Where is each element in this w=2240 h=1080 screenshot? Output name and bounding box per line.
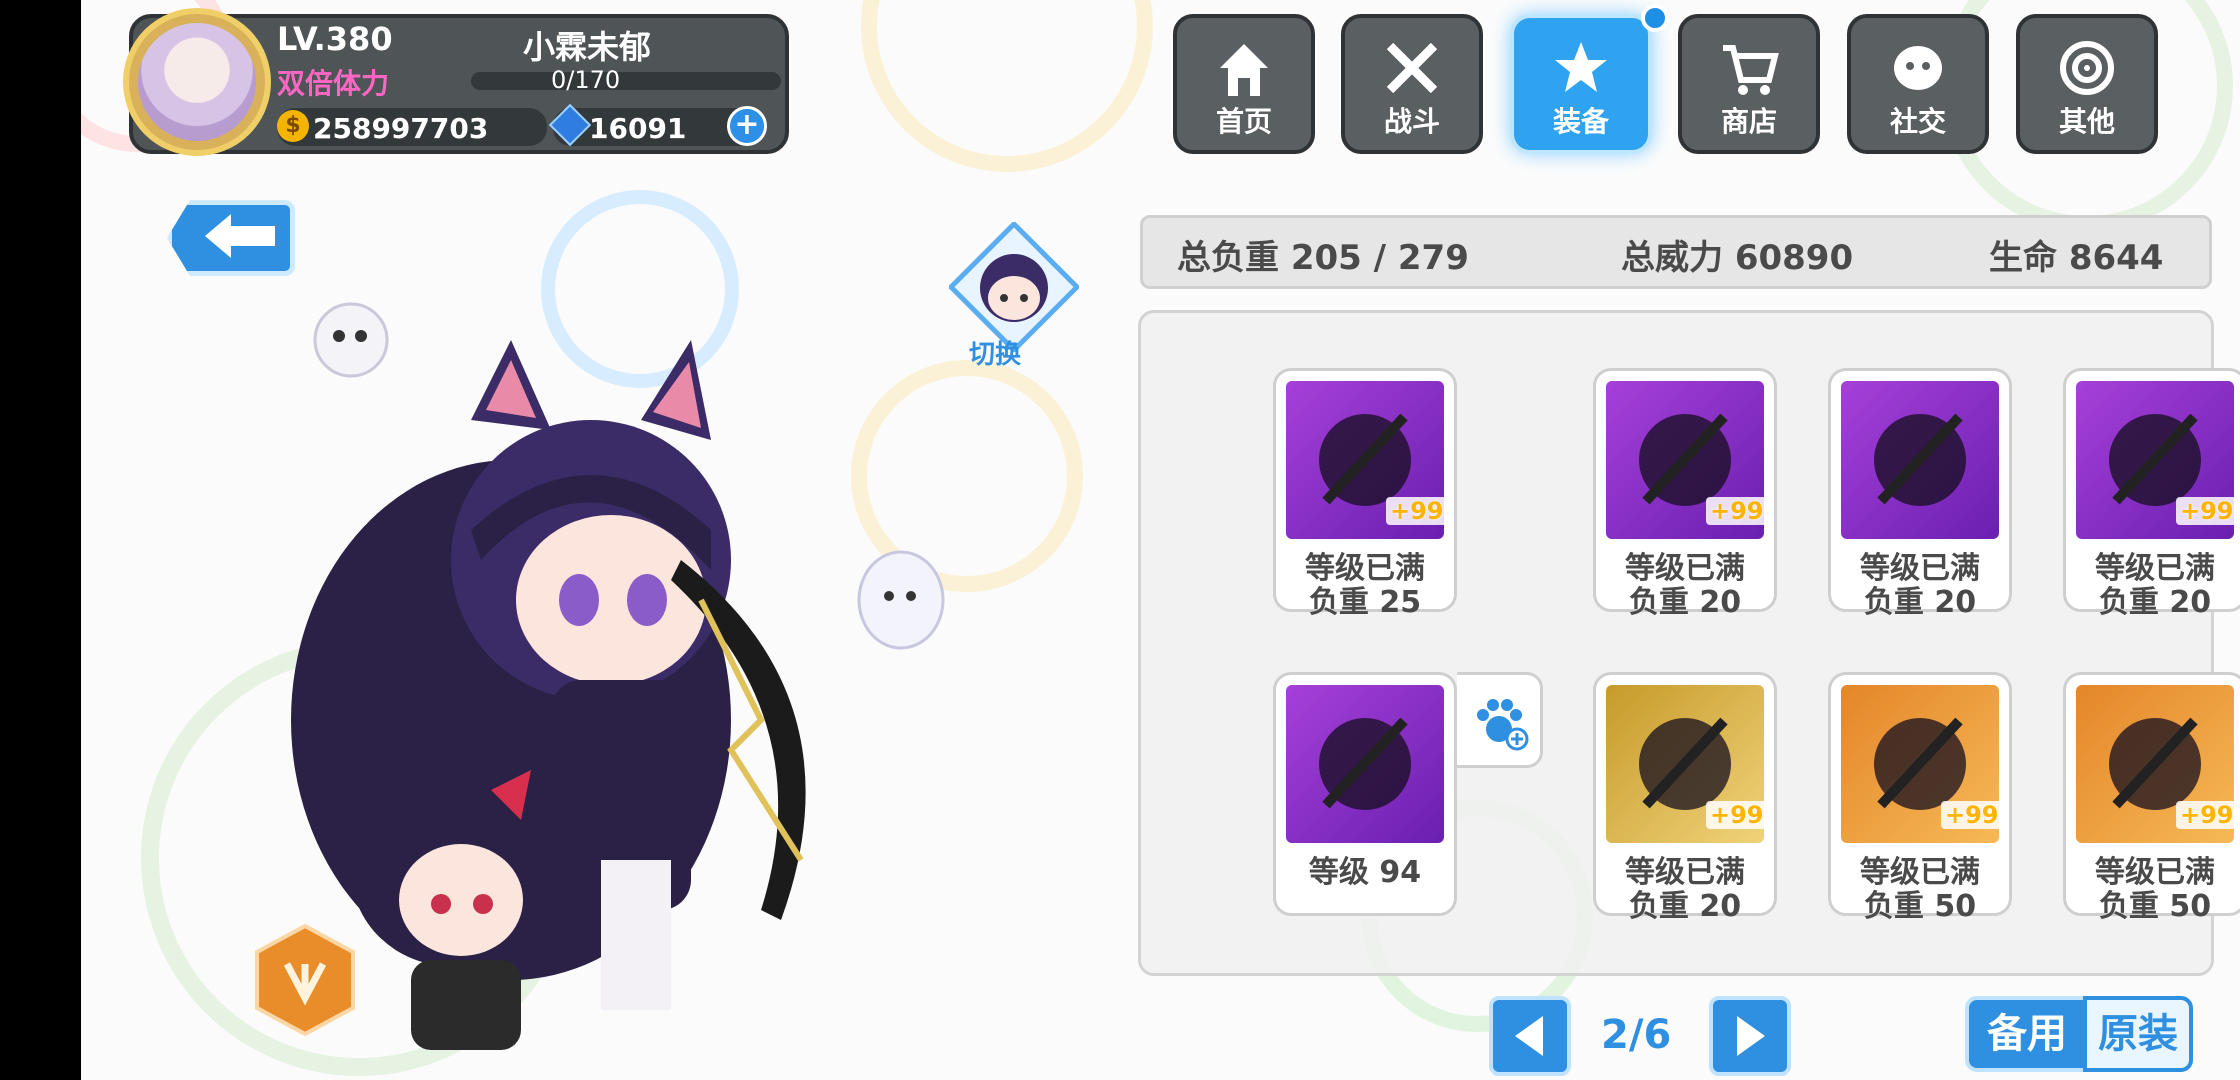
equipment-card[interactable]: 等级已满 负重 20 (1828, 368, 2012, 620)
paw-icon (1477, 699, 1529, 751)
nav-crossed-swords[interactable]: 战斗 (1341, 14, 1483, 154)
upgrade-badge: +99 (2176, 497, 2238, 525)
cart-icon (1682, 28, 1816, 108)
skill-badge-icon[interactable] (253, 924, 357, 1036)
upgrade-badge: +99 (1706, 497, 1768, 525)
player-level: LV.380 (277, 20, 393, 58)
nav-label: 商店 (1720, 105, 1777, 138)
equipment-image (1286, 685, 1444, 843)
prev-page-button[interactable] (1489, 996, 1571, 1076)
equipment-weight: 负重 50 (1863, 889, 1977, 924)
add-pet-button[interactable] (1457, 672, 1543, 768)
ring-deco (861, 0, 1153, 172)
player-name: 小霖未郁 (523, 28, 652, 66)
nav-label: 其他 (2058, 105, 2115, 138)
equipment-card[interactable]: +99 等级已满 负重 20 (1593, 368, 1777, 620)
equipment-weight: 负重 50 (2098, 889, 2212, 924)
equipment-weight: 负重 25 (1308, 585, 1422, 620)
game-screen: LV.380 小霖未郁 双倍体力 0/170 $ 258997703 16091… (81, 0, 2240, 1080)
upgrade-badge: +99 (2176, 801, 2238, 829)
stamina-value: 0/170 (551, 66, 621, 94)
notification-dot (1641, 4, 1669, 32)
stamina-label: 双倍体力 (277, 67, 390, 100)
equipment-weight: 负重 20 (1628, 889, 1742, 924)
equipment-card[interactable]: +99 等级已满 负重 20 (1593, 672, 1777, 924)
spare-button[interactable]: 备用 (1965, 996, 2089, 1072)
total-load: 总负重 205 / 279 (1177, 238, 1469, 278)
nav-house[interactable]: 首页 (1173, 14, 1315, 154)
equipment-card[interactable]: +99 等级已满 负重 20 (2063, 368, 2240, 620)
equipment-level: 等级 94 (1308, 855, 1422, 890)
triangle-right-icon (1737, 1016, 1765, 1056)
nav-label: 首页 (1215, 105, 1272, 138)
crossed-swords-icon (1345, 28, 1479, 108)
gold-coin-icon: $ (277, 110, 309, 142)
add-gems-button[interactable]: + (727, 106, 767, 146)
upgrade-badge: +99 (1386, 497, 1448, 525)
player-avatar[interactable] (123, 8, 271, 156)
hp-stat: 生命 8644 (1989, 238, 2164, 278)
equipment-weight: 负重 20 (2098, 585, 2212, 620)
switch-character-button[interactable] (949, 222, 1079, 352)
equipment-card[interactable]: +99 等级已满 负重 50 (1828, 672, 2012, 924)
stamina-bar (471, 72, 781, 90)
equipment-image (1841, 381, 1999, 539)
next-page-button[interactable] (1709, 996, 1791, 1076)
character-illustration (291, 302, 945, 1050)
nav-cart[interactable]: 商店 (1678, 14, 1820, 154)
stats-bar: 总负重 205 / 279 总威力 60890 生命 8644 (1140, 215, 2212, 289)
star-gun-icon (1514, 28, 1648, 108)
equipment-card[interactable]: +99 等级已满 负重 25 (1273, 368, 1457, 620)
avatar-portrait (138, 23, 256, 141)
page-indicator: 2/6 (1601, 1012, 1672, 1058)
total-power: 总威力 60890 (1621, 238, 1854, 278)
nav-label: 装备 (1552, 105, 1609, 138)
nav-face[interactable]: 社交 (1847, 14, 1989, 154)
equipment-card[interactable]: +99 等级已满 负重 50 (2063, 672, 2240, 924)
triangle-left-icon (1515, 1016, 1543, 1056)
nav-label: 战斗 (1383, 105, 1440, 138)
equipment-weight: 负重 20 (1628, 585, 1742, 620)
house-icon (1177, 28, 1311, 108)
upgrade-badge: +99 (1941, 801, 2003, 829)
original-button[interactable]: 原装 (2083, 996, 2193, 1072)
switch-label: 切换 (969, 340, 1022, 370)
back-arrow-icon (205, 214, 275, 258)
gem-amount: 16091 (589, 112, 687, 145)
equipment-card[interactable]: 等级 94 (1273, 672, 1457, 916)
nav-label: 社交 (1889, 105, 1946, 138)
face-icon (1851, 28, 1985, 108)
nav-star-gun[interactable]: 装备 (1510, 14, 1652, 154)
equipment-weight: 负重 20 (1863, 585, 1977, 620)
upgrade-badge: +99 (1706, 801, 1768, 829)
nav-target[interactable]: 其他 (2016, 14, 2158, 154)
gold-amount: 258997703 (313, 112, 489, 145)
target-icon (2020, 28, 2154, 108)
